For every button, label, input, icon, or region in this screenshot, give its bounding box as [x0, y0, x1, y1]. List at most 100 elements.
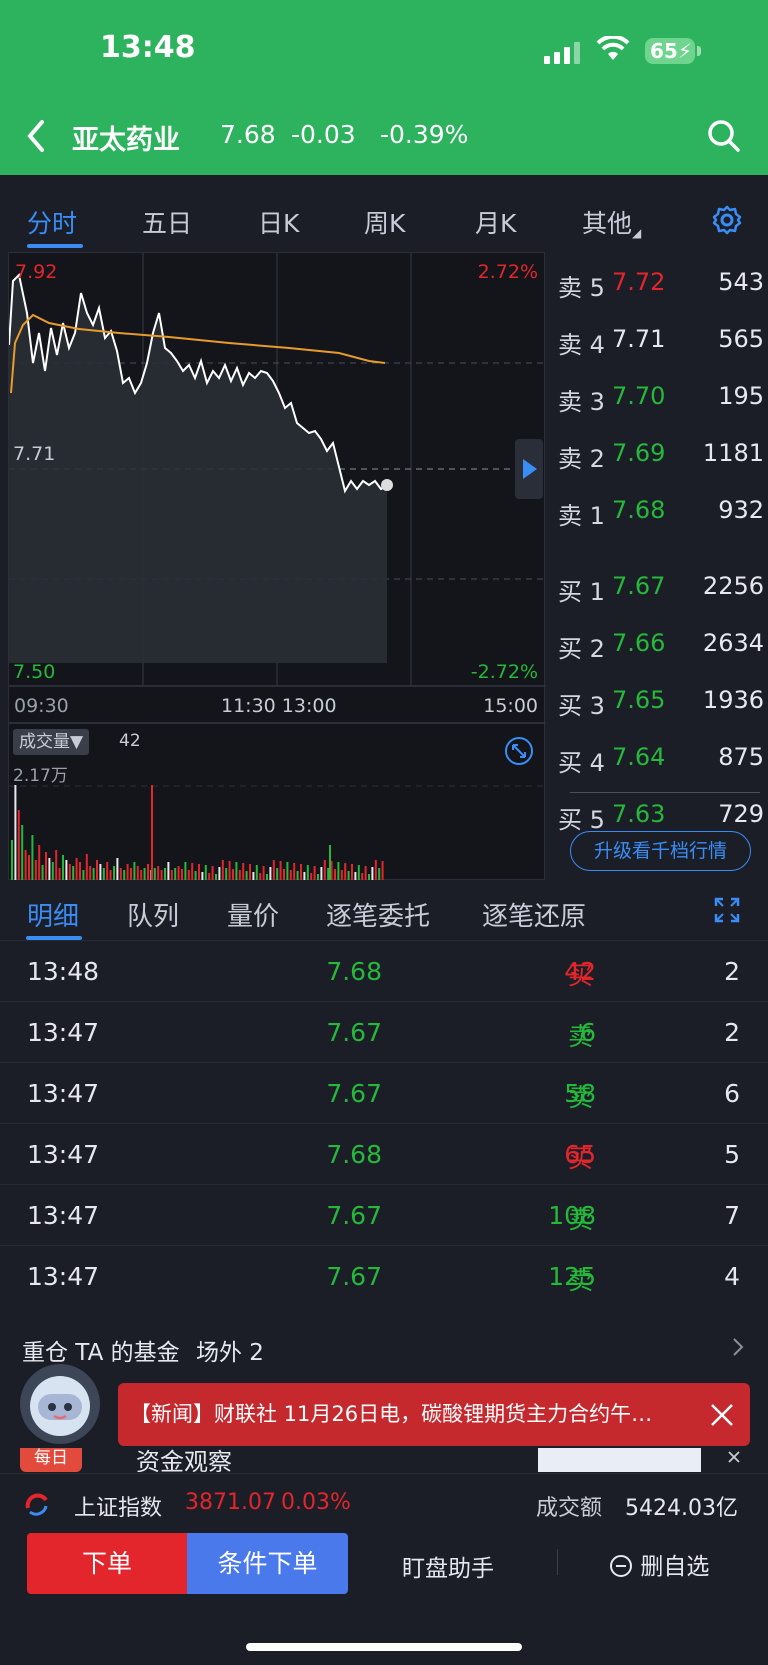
tick-side: 卖	[568, 1083, 594, 1112]
fund-holdings-row[interactable]: 重仓 TA 的基金 场外 2	[0, 1318, 768, 1376]
news-banner[interactable]: 【新闻】财联社 11月26日电，碳酸锂期货主力合约午…	[118, 1383, 750, 1446]
promo-thumbnail[interactable]	[538, 1448, 701, 1472]
level-volume: 2256	[702, 572, 764, 600]
tick-time: 13:47	[27, 1018, 100, 1047]
level-label: 买 1	[558, 578, 605, 606]
level-price: 7.64	[612, 743, 666, 771]
tab-detail[interactable]: 明细	[27, 896, 79, 933]
tab-volume-price[interactable]: 量价	[227, 896, 279, 933]
tick-time: 13:47	[27, 1201, 100, 1230]
volume-value: 42	[119, 731, 141, 751]
assistant-avatar[interactable]	[20, 1364, 100, 1444]
level-volume: 1936	[702, 686, 764, 714]
volume-selector[interactable]: 成交量▼	[13, 729, 90, 755]
refresh-icon[interactable]	[503, 735, 535, 767]
tick-side: 卖	[568, 1022, 594, 1051]
ask-row[interactable]: 卖 3 7.70 195	[546, 376, 768, 416]
tab-daily-k[interactable]: 日K	[258, 204, 299, 240]
tab-order-by-order[interactable]: 逐笔委托	[326, 896, 430, 933]
funds-outside: 场外 2	[196, 1340, 264, 1366]
current-price-dot	[381, 479, 393, 491]
ask-row[interactable]: 卖 5 7.72 543	[546, 262, 768, 302]
bid-row[interactable]: 买 3 7.65 1936	[546, 680, 768, 720]
tick-price: 7.67	[326, 1201, 382, 1230]
tab-monthly-k[interactable]: 月K	[475, 204, 516, 240]
expand-orderbook-button[interactable]	[515, 439, 543, 499]
tick-count: 4	[724, 1262, 740, 1291]
bid-row[interactable]: 买 1 7.67 2256	[546, 566, 768, 606]
level-volume: 1181	[702, 439, 764, 467]
chevron-right-icon	[733, 1338, 744, 1356]
upgrade-depth-button[interactable]: 升级看千档行情	[570, 831, 751, 871]
index-ticker-bar[interactable]: 上证指数 3871.07 0.03% 成交额 5424.03亿	[0, 1473, 768, 1533]
tick-count: 2	[724, 957, 740, 986]
stock-price: 7.68	[220, 120, 276, 149]
level-volume: 2634	[702, 629, 764, 657]
tick-time: 13:47	[27, 1140, 100, 1169]
volume-bars	[11, 785, 384, 880]
chart-tab-underline	[27, 244, 83, 248]
remove-watchlist-button[interactable]: 删自选	[609, 1547, 709, 1581]
chart-low-pct: -2.72%	[470, 661, 538, 683]
order-book: 卖 5 7.72 543 卖 4 7.71 565 卖 3 7.70 195 卖 2 7.69 118…	[546, 252, 768, 880]
tick-side: 卖	[568, 1266, 594, 1295]
level-volume: 195	[718, 382, 764, 410]
index-logo-icon	[25, 1493, 48, 1516]
tick-count: 2	[724, 1018, 740, 1047]
monitor-assistant-button[interactable]: 盯盘助手	[402, 1549, 494, 1583]
conditional-order-button[interactable]: 条件下单	[187, 1533, 348, 1594]
chart-low-price: 7.50	[13, 661, 56, 683]
bid-row[interactable]: 买 5 7.63 729	[546, 794, 768, 834]
chart-high-pct: 2.72%	[477, 261, 538, 283]
level-volume: 875	[718, 743, 764, 771]
tab-trade-by-trade[interactable]: 逐笔还原	[482, 896, 586, 933]
tick-time: 13:47	[27, 1262, 100, 1291]
battery-tip	[697, 46, 701, 56]
close-promo-icon[interactable]	[727, 1450, 741, 1464]
tick-row: 13:47 7.67 108 卖 7	[0, 1184, 768, 1244]
ask-row[interactable]: 卖 2 7.69 1181	[546, 433, 768, 473]
level-price: 7.72	[612, 268, 666, 296]
volume-max: 2.17万	[13, 766, 68, 786]
chart-tabs: 分时 五日 日K 周K 月K 其他◢	[0, 186, 768, 250]
tick-side: 买	[568, 1144, 594, 1173]
search-icon[interactable]	[706, 118, 742, 154]
level-price: 7.66	[612, 629, 666, 657]
ask-row[interactable]: 卖 4 7.71 565	[546, 319, 768, 359]
level-label: 卖 1	[558, 502, 605, 530]
tick-row: 13:47 7.67 6 卖 2	[0, 1001, 768, 1061]
bid-row[interactable]: 买 2 7.66 2634	[546, 623, 768, 663]
bid-row[interactable]: 买 4 7.64 875	[546, 737, 768, 777]
tab-intraday[interactable]: 分时	[27, 204, 77, 240]
close-news-icon[interactable]	[706, 1399, 738, 1431]
app-header: 13:48 65⚡ 亚太药业 7.68 -0.03 -0.39%	[0, 0, 768, 175]
wifi-icon	[596, 36, 630, 60]
funds-label: 重仓 TA 的基金	[22, 1340, 180, 1366]
tick-row: 13:47 7.68 65 买 5	[0, 1123, 768, 1183]
level-price: 7.71	[612, 325, 666, 353]
intraday-chart[interactable]: 7.92 2.72% 7.71 7.50 -2.72% 09:30 11:30 …	[8, 252, 546, 880]
turnover-label: 成交额	[536, 1496, 603, 1521]
status-time: 13:48	[100, 30, 196, 65]
back-arrow-icon[interactable]	[22, 116, 52, 156]
tick-row: 13:47 7.67 58 卖 6	[0, 1062, 768, 1122]
level-label: 买 5	[558, 806, 605, 834]
level-price: 7.69	[612, 439, 666, 467]
home-indicator	[246, 1643, 522, 1651]
settings-gear-icon[interactable]	[711, 204, 743, 236]
place-order-button[interactable]: 下单	[27, 1533, 187, 1594]
tab-five-day[interactable]: 五日	[142, 204, 192, 240]
tick-price: 7.68	[326, 957, 382, 986]
level-volume: 729	[718, 800, 764, 828]
level-volume: 565	[718, 325, 764, 353]
tick-count: 7	[724, 1201, 740, 1230]
stock-change: -0.03	[291, 120, 356, 149]
tab-weekly-k[interactable]: 周K	[364, 204, 405, 240]
level-label: 卖 5	[558, 274, 605, 302]
fullscreen-icon[interactable]	[713, 896, 741, 924]
tick-price: 7.67	[326, 1079, 382, 1108]
tab-queue[interactable]: 队列	[127, 896, 179, 933]
tab-more[interactable]: 其他◢	[582, 204, 641, 240]
ask-row[interactable]: 卖 1 7.68 932	[546, 490, 768, 530]
cellular-signal-icon	[544, 42, 580, 64]
